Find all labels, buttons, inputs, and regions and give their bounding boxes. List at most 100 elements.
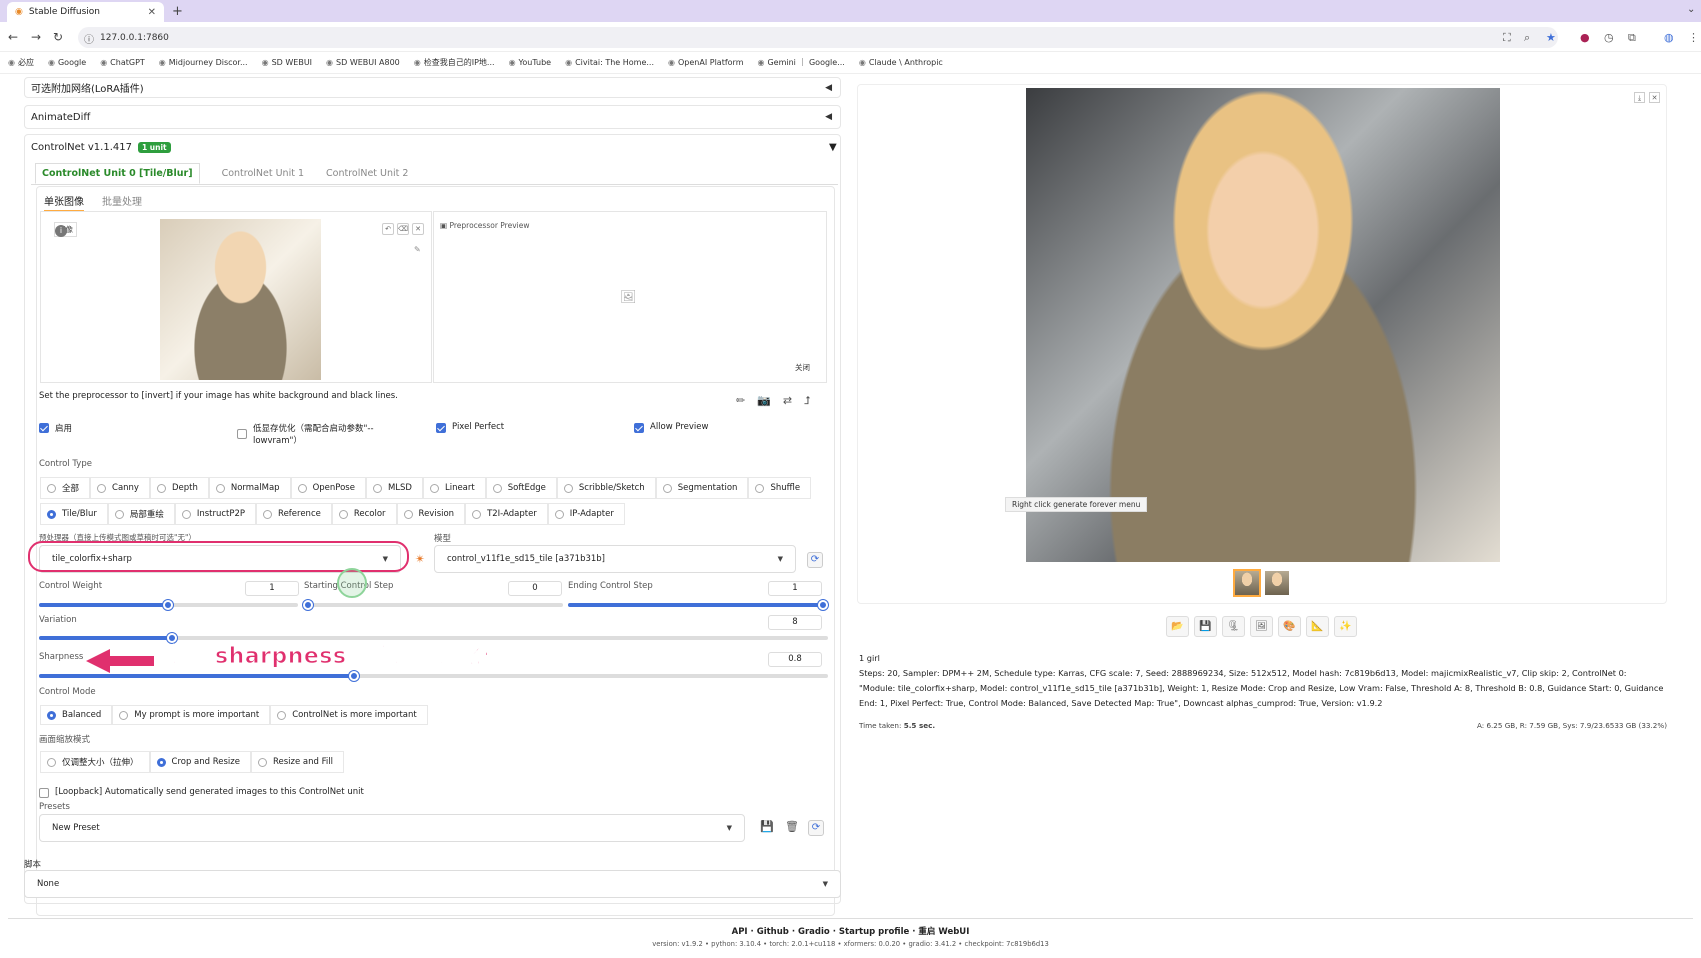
bookmark-item[interactable]: ◉ SD WEBUI <box>262 58 312 67</box>
control-type-option[interactable]: Lineart <box>422 477 486 499</box>
control-type-option[interactable]: InstructP2P <box>174 503 257 525</box>
control-type-option[interactable]: Depth <box>149 477 209 499</box>
control-type-option[interactable]: NormalMap <box>208 477 291 499</box>
lowvram-checkbox[interactable]: 低显存优化（需配合启动参数"--lowvram"） <box>237 422 397 446</box>
resize-just-resize[interactable]: 仅调整大小（拉伸） <box>40 751 150 773</box>
control-mode-prompt[interactable]: My prompt is more important <box>112 705 271 725</box>
control-type-option[interactable]: SoftEdge <box>485 477 557 499</box>
control-weight-input[interactable]: 1 <box>245 581 299 596</box>
close-preview-button[interactable]: 关闭 <box>795 362 810 373</box>
refresh-models-icon[interactable]: ⟳ <box>807 552 823 568</box>
send-dimensions-icon[interactable]: ⮥ <box>804 394 811 408</box>
resize-crop-and-resize[interactable]: Crop and Resize <box>149 751 251 773</box>
slider-knob[interactable] <box>348 671 359 681</box>
control-type-option[interactable]: 局部重绘 <box>107 503 175 525</box>
new-tab-button[interactable]: + <box>172 4 183 19</box>
back-icon[interactable]: ← <box>8 30 18 44</box>
bookmark-item[interactable]: ◉ Midjourney Discor... <box>159 58 248 67</box>
forward-icon[interactable]: → <box>31 30 41 44</box>
pixel-perfect-checkbox[interactable]: Pixel Perfect <box>436 422 504 433</box>
ending-step-slider[interactable] <box>568 600 828 610</box>
resize-and-fill[interactable]: Resize and Fill <box>251 751 344 773</box>
tab-batch[interactable]: 批量处理 <box>102 193 142 212</box>
bookmark-item[interactable]: ◉ YouTube <box>509 58 552 67</box>
bookmark-star-icon[interactable]: ★ <box>1546 31 1556 44</box>
save-preset-icon[interactable]: 💾 <box>760 820 774 833</box>
site-info-icon[interactable]: ⓘ <box>84 31 94 46</box>
bookmark-item[interactable]: ◉ 必应 <box>8 57 34 68</box>
url-input[interactable]: 127.0.0.1:7860 <box>78 27 1558 48</box>
tab-single-image[interactable]: 单张图像 <box>44 193 84 212</box>
control-mode-balanced[interactable]: Balanced <box>40 705 113 725</box>
save-icon[interactable]: 💾 <box>1194 616 1217 637</box>
bookmark-item[interactable]: ◉ Civitai: The Home... <box>565 58 654 67</box>
bookmark-item[interactable]: ◉ 检查我自己的IP地... <box>414 57 495 68</box>
clear-icon[interactable]: ⌫ <box>397 223 409 235</box>
reload-icon[interactable]: ↻ <box>53 30 63 44</box>
control-type-option[interactable]: Revision <box>396 503 466 525</box>
starting-step-slider[interactable] <box>303 600 563 610</box>
swap-icon[interactable]: ⇄ <box>783 394 792 408</box>
control-type-option[interactable]: OpenPose <box>290 477 366 499</box>
edit-icon[interactable]: ✏ <box>736 394 745 408</box>
animatediff-accordion[interactable]: AnimateDiff ◀ <box>24 105 841 129</box>
open-folder-icon[interactable]: 📂 <box>1166 616 1189 637</box>
presets-dropdown[interactable]: New Preset ▼ <box>39 814 745 842</box>
zip-icon[interactable]: 🗜 <box>1222 616 1245 637</box>
download-icon[interactable]: ⤓ <box>1634 92 1645 103</box>
control-type-option[interactable]: Shuffle <box>748 477 812 499</box>
browser-menu-icon[interactable]: ⋮ <box>1688 31 1699 44</box>
bookmark-item[interactable]: ◉ Google <box>48 58 86 67</box>
control-type-option[interactable]: 全部 <box>40 477 91 499</box>
camera-icon[interactable]: 📷 <box>757 394 771 408</box>
brush-icon[interactable]: ✎ <box>414 245 421 254</box>
ending-step-input[interactable]: 1 <box>768 581 822 596</box>
tab-unit-1[interactable]: ControlNet Unit 1 <box>222 168 304 179</box>
sparkle-icon[interactable]: ✨ <box>1334 616 1357 637</box>
slider-knob[interactable] <box>818 600 828 610</box>
sharpness-input[interactable]: 0.8 <box>768 652 822 667</box>
refresh-presets-icon[interactable]: ⟳ <box>808 820 824 836</box>
tab-unit-2[interactable]: ControlNet Unit 2 <box>326 168 408 179</box>
control-type-option[interactable]: T2I-Adapter <box>465 503 548 525</box>
tab-close-icon[interactable]: ✕ <box>148 7 156 18</box>
control-weight-slider[interactable] <box>39 600 298 610</box>
control-type-option[interactable]: MLSD <box>365 477 423 499</box>
expand-arrow-icon[interactable]: ▼ <box>829 142 837 153</box>
undo-icon[interactable]: ↶ <box>382 223 394 235</box>
history-icon[interactable]: ◷ <box>1604 31 1614 44</box>
profile-avatar-icon[interactable]: ◍ <box>1664 31 1674 44</box>
send-to-img2img-icon[interactable]: 🖼 <box>1250 616 1273 637</box>
control-type-option[interactable]: Scribble/Sketch <box>556 477 656 499</box>
extension-icon[interactable]: ● <box>1580 31 1590 44</box>
generated-image[interactable] <box>1026 88 1500 562</box>
tab-unit-0[interactable]: ControlNet Unit 0 [Tile/Blur] <box>35 163 200 184</box>
bookmark-item[interactable]: ◉ ChatGPT <box>100 58 145 67</box>
send-to-inpaint-icon[interactable]: 🎨 <box>1278 616 1301 637</box>
script-dropdown[interactable]: None ▼ <box>24 870 841 898</box>
control-type-option[interactable]: Tile/Blur <box>40 503 108 525</box>
controlnet-header[interactable]: ControlNet v1.1.417 1 unit <box>31 142 171 153</box>
bookmark-item[interactable]: ◉ Claude \ Anthropic <box>859 58 943 67</box>
browser-tab[interactable]: ◉ Stable Diffusion ✕ <box>7 2 164 22</box>
run-preprocessor-icon[interactable]: ✴ <box>415 552 425 566</box>
slider-knob[interactable] <box>303 600 313 610</box>
zoom-icon[interactable]: ⌕ <box>1524 31 1530 45</box>
control-type-option[interactable]: Reference <box>256 503 332 525</box>
close-image-icon[interactable]: ✕ <box>412 223 424 235</box>
send-to-extras-icon[interactable]: 📐 <box>1306 616 1329 637</box>
tab-list-icon[interactable]: ⌄ <box>1687 4 1695 15</box>
thumbnail[interactable] <box>1265 571 1289 595</box>
extensions-puzzle-icon[interactable]: ⧉ <box>1628 31 1636 45</box>
control-type-option[interactable]: Recolor <box>331 503 397 525</box>
close-gallery-icon[interactable]: ✕ <box>1649 92 1660 103</box>
bookmark-item[interactable]: ◉ SD WEBUI A800 <box>326 58 400 67</box>
starting-step-input[interactable]: 0 <box>508 581 562 596</box>
footer-links[interactable]: API · Github · Gradio · Startup profile … <box>0 925 1701 937</box>
enable-checkbox[interactable]: 启用 <box>39 422 72 434</box>
bookmark-item[interactable]: ◉ Gemini ｜ Google... <box>757 57 844 68</box>
slider-knob[interactable] <box>162 600 173 610</box>
thumbnail[interactable] <box>1233 569 1261 597</box>
bookmark-item[interactable]: ◉ OpenAI Platform <box>668 58 743 67</box>
control-type-option[interactable]: Segmentation <box>655 477 749 499</box>
